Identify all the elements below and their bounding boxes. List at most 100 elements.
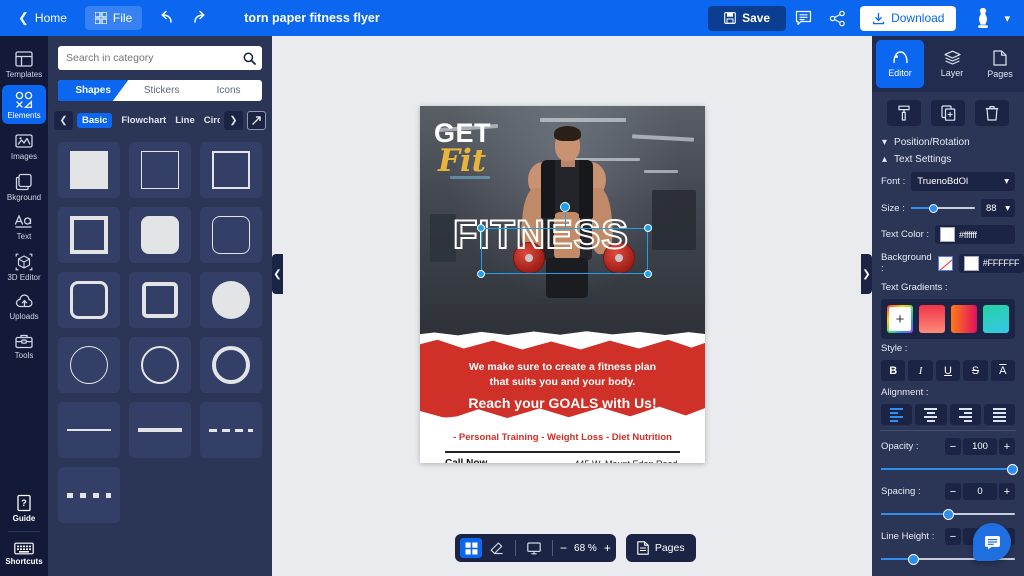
shape-line-thin[interactable] bbox=[58, 402, 120, 458]
opacity-value[interactable]: 100 bbox=[963, 438, 997, 455]
sidebar-item-text[interactable]: Text bbox=[2, 208, 46, 245]
flyer-artboard[interactable]: GET Fit FITNESS We make sure to create a… bbox=[420, 106, 705, 463]
share-icon[interactable] bbox=[820, 3, 854, 33]
comment-icon[interactable] bbox=[786, 3, 820, 33]
line-height-decrement-button[interactable]: − bbox=[945, 528, 961, 545]
background-color-swatch[interactable] bbox=[963, 255, 979, 271]
expand-diagonal-icon[interactable] bbox=[247, 111, 266, 130]
tab-editor[interactable]: Editor bbox=[876, 40, 924, 88]
shape-line-dotted[interactable] bbox=[58, 467, 120, 523]
background-color-picker[interactable]: #FFFFFF bbox=[958, 253, 1024, 273]
shape-line-dashed[interactable] bbox=[200, 402, 262, 458]
spacing-increment-button[interactable]: + bbox=[999, 483, 1015, 500]
rotation-handle[interactable] bbox=[559, 202, 570, 212]
eraser-icon[interactable] bbox=[486, 538, 508, 558]
sidebar-item-images[interactable]: Images bbox=[2, 126, 46, 165]
collapse-right-panel-button[interactable]: ❯ bbox=[861, 254, 872, 294]
redo-arrow-icon[interactable] bbox=[188, 8, 208, 28]
font-select[interactable]: TruenoBdOl ▾ bbox=[911, 172, 1015, 191]
selection-bounding-box[interactable] bbox=[477, 202, 652, 278]
chevron-down-icon[interactable]: ▾ bbox=[1004, 12, 1010, 25]
zoom-out-button[interactable]: − bbox=[560, 541, 567, 555]
resize-handle-bottom-left[interactable] bbox=[477, 270, 485, 278]
category-next-button[interactable]: ❯ bbox=[224, 111, 243, 130]
save-button[interactable]: Save bbox=[708, 5, 787, 31]
shape-circle-bold[interactable] bbox=[200, 337, 262, 393]
flyer-contact[interactable]: Call Now +1 012 345 6789 bbox=[445, 458, 513, 463]
section-text-settings[interactable]: ▴ Text Settings bbox=[872, 151, 1024, 168]
grid-view-icon[interactable] bbox=[460, 538, 482, 558]
shape-square-bold[interactable] bbox=[58, 207, 120, 263]
size-select[interactable]: 88 ▾ bbox=[981, 199, 1015, 217]
sidebar-item-tools[interactable]: Tools bbox=[2, 327, 46, 364]
category-circle[interactable]: Circle bbox=[204, 115, 220, 126]
shape-rounded-square-bold[interactable] bbox=[129, 272, 191, 328]
text-color-picker[interactable]: #ffffff bbox=[935, 225, 1015, 244]
strikethrough-button[interactable]: S bbox=[963, 360, 988, 381]
search-input[interactable] bbox=[58, 46, 236, 70]
add-gradient-button[interactable] bbox=[887, 305, 913, 333]
collapse-left-panel-button[interactable]: ❮ bbox=[272, 254, 283, 294]
align-justify-button[interactable] bbox=[983, 404, 1015, 425]
tab-shapes[interactable]: Shapes bbox=[58, 80, 129, 101]
chat-bubble-icon[interactable] bbox=[973, 523, 1011, 561]
document-title[interactable]: torn paper fitness flyer bbox=[244, 11, 379, 25]
align-right-button[interactable] bbox=[949, 404, 981, 425]
align-left-button[interactable] bbox=[881, 404, 913, 425]
sidebar-item-shortcuts[interactable]: Shortcuts bbox=[2, 536, 46, 570]
size-slider[interactable] bbox=[910, 202, 975, 214]
opacity-increment-button[interactable]: + bbox=[999, 438, 1015, 455]
resize-handle-top-left[interactable] bbox=[477, 224, 485, 232]
sidebar-item-bkground[interactable]: Bkground bbox=[2, 167, 46, 206]
search-icon[interactable] bbox=[236, 46, 262, 70]
category-flowchart[interactable]: Flowchart bbox=[121, 115, 166, 126]
shape-rounded-square-thin[interactable] bbox=[200, 207, 262, 263]
opacity-decrement-button[interactable]: − bbox=[945, 438, 961, 455]
format-painter-icon[interactable] bbox=[887, 100, 921, 126]
bold-button[interactable]: B bbox=[881, 360, 906, 381]
spacing-slider[interactable] bbox=[881, 508, 1015, 520]
tab-icons[interactable]: Icons bbox=[195, 80, 262, 101]
shape-circle-medium[interactable] bbox=[129, 337, 191, 393]
shape-square-thin[interactable] bbox=[129, 142, 191, 198]
chess-piece-avatar-icon[interactable] bbox=[966, 7, 1000, 29]
background-none-swatch[interactable] bbox=[937, 255, 953, 271]
canvas-stage[interactable]: GET Fit FITNESS We make sure to create a… bbox=[272, 36, 872, 576]
download-button[interactable]: Download bbox=[860, 5, 957, 31]
file-menu-button[interactable]: File bbox=[84, 6, 143, 30]
sidebar-item-3d-editor[interactable]: 3D Editor bbox=[2, 247, 46, 286]
spacing-value[interactable]: 0 bbox=[963, 483, 997, 500]
overline-button[interactable]: A bbox=[990, 360, 1016, 381]
section-position-rotation[interactable]: ▾ Position/Rotation bbox=[872, 134, 1024, 151]
opacity-slider[interactable] bbox=[881, 463, 1019, 475]
flyer-address[interactable]: 445 W, Mount Eden Road, Anchorage, AK 99… bbox=[569, 458, 680, 463]
align-center-button[interactable] bbox=[915, 404, 947, 425]
duplicate-icon[interactable] bbox=[931, 100, 965, 126]
shape-square-medium[interactable] bbox=[200, 142, 262, 198]
tab-pages[interactable]: Pages bbox=[976, 36, 1024, 92]
gradient-red-pink[interactable] bbox=[919, 305, 945, 333]
category-line[interactable]: Line bbox=[175, 115, 195, 126]
pages-button[interactable]: Pages bbox=[625, 534, 696, 562]
home-button[interactable]: ❮ Home bbox=[18, 10, 67, 26]
spacing-decrement-button[interactable]: − bbox=[945, 483, 961, 500]
category-prev-button[interactable]: ❮ bbox=[54, 111, 73, 130]
category-basic[interactable]: Basic bbox=[77, 113, 113, 128]
gradient-teal-cyan[interactable] bbox=[983, 305, 1009, 333]
shape-rounded-square-medium[interactable] bbox=[58, 272, 120, 328]
sidebar-item-elements[interactable]: Elements bbox=[2, 85, 46, 124]
shape-rounded-square-filled[interactable] bbox=[129, 207, 191, 263]
tab-stickers[interactable]: Stickers bbox=[128, 80, 195, 101]
text-color-swatch[interactable] bbox=[940, 227, 956, 242]
shape-line-bold[interactable] bbox=[129, 402, 191, 458]
underline-button[interactable]: U bbox=[935, 360, 961, 381]
shape-square-filled[interactable] bbox=[58, 142, 120, 198]
italic-button[interactable]: I bbox=[908, 360, 933, 381]
sidebar-item-templates[interactable]: Templates bbox=[2, 44, 46, 83]
flyer-services-list[interactable]: - Personal Training - Weight Loss - Diet… bbox=[420, 432, 705, 443]
shape-circle-thin[interactable] bbox=[58, 337, 120, 393]
shape-circle-filled[interactable] bbox=[200, 272, 262, 328]
undo-arrow-icon[interactable] bbox=[158, 8, 178, 28]
presentation-icon[interactable] bbox=[523, 538, 545, 558]
resize-handle-top-right[interactable] bbox=[644, 224, 652, 232]
